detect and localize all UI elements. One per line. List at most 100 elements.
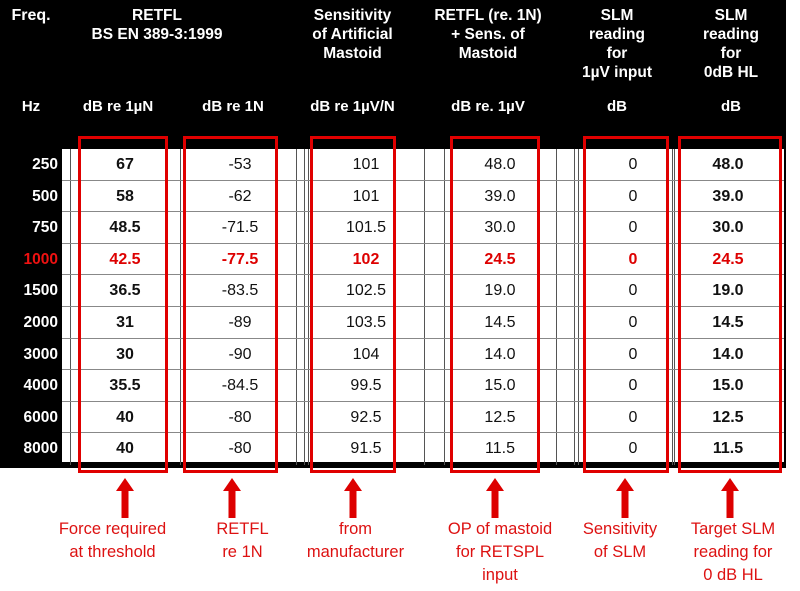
cell-sens: 102.5	[345, 282, 387, 300]
cell-slm_0db: 15.0	[712, 377, 744, 395]
column-unit-retfl_sens: dB re. 1µV	[451, 98, 525, 115]
cell-slm_0db: 19.0	[712, 282, 744, 300]
cell-retfl_sens: 12.5	[484, 408, 516, 426]
cell-divider	[556, 338, 557, 370]
row-frequency-label: 500	[32, 187, 58, 205]
cell-retfl_n: -80	[228, 408, 252, 426]
cell-sens: 101	[352, 156, 380, 173]
column-header-line: 0dB HL	[703, 64, 759, 81]
cell-divider	[180, 433, 181, 465]
cell-slm_0db: 11.5	[712, 440, 744, 458]
column-unit-retfl_n: dB re 1N	[202, 98, 264, 115]
cell-divider	[574, 306, 575, 338]
cell-sens: 101	[352, 187, 380, 205]
cell-slm_0db: 14.0	[712, 345, 744, 363]
cell-slm_0db: 12.5	[712, 408, 744, 426]
cell-retfl_n: -77.5	[221, 250, 259, 268]
annotation-sensitivity-slm: Sensitivity of SLM	[565, 518, 675, 564]
table-row: 30 -90 104 14.0 0 14.0 3000	[24, 338, 784, 371]
table-header-row: Freq. RETFL BS EN 389-3:1999 Sensitivity of …	[0, 0, 786, 92]
table-row: 67 -53 101 48.0 0 48.0 250	[32, 149, 784, 181]
cell-divider	[304, 243, 305, 275]
cell-slm_1uv: 0	[628, 219, 638, 237]
cell-divider	[556, 149, 557, 180]
column-header-line: reading	[589, 26, 645, 43]
column-header-slm_0db: SLM reading for 0dB HL	[676, 6, 786, 82]
cell-retfl_n: -90	[228, 345, 252, 363]
cell-divider	[556, 180, 557, 212]
cell-sens: 104	[352, 345, 380, 363]
cell-slm_0db: 24.5	[712, 250, 744, 268]
cell-divider	[556, 275, 557, 306]
cell-retfl_n: -53	[228, 156, 252, 173]
cell-retfl_un: 36.5	[109, 282, 141, 300]
column-header-line: Sensitivity	[313, 7, 392, 24]
annotation-op-of-mastoid: OP of mastoid for RETSPL input	[425, 518, 575, 587]
annotation-line: re 1N	[222, 543, 263, 561]
cell-sens: 102	[352, 250, 380, 268]
cell-retfl_un: 31	[116, 313, 134, 331]
cell-divider	[574, 180, 575, 212]
up-arrow-icon	[615, 478, 635, 518]
cell-divider	[296, 243, 297, 275]
table-row: 31 -89 103.5 14.5 0 14.5 2000	[24, 306, 784, 339]
row-frequency-label: 1500	[23, 282, 58, 300]
up-arrow-icon	[720, 478, 740, 518]
cell-retfl_sens: 30.0	[484, 219, 516, 237]
cell-slm_1uv: 0	[628, 187, 638, 205]
annotation-line: Sensitivity	[582, 520, 658, 538]
cell-sens: 92.5	[350, 408, 382, 426]
cell-retfl_sens: 14.0	[484, 345, 516, 363]
annotation-line: Force required	[58, 520, 167, 538]
cell-divider	[180, 275, 181, 306]
cell-retfl_sens: 48.0	[484, 156, 516, 173]
column-header-line: RETFL	[132, 7, 182, 24]
cell-slm_1uv: 0	[628, 282, 638, 300]
cell-divider	[296, 149, 297, 180]
up-arrow-icon	[343, 478, 363, 518]
cell-divider	[180, 370, 181, 401]
annotation-line: manufacturer	[306, 543, 405, 561]
cell-sens: 91.5	[350, 440, 382, 458]
table-unit-row: Hz dB re 1µN dB re 1N dB re 1µV/N dB re. 1µV…	[0, 98, 786, 128]
cell-retfl_n: -89	[228, 313, 252, 331]
cell-slm_1uv: 0	[628, 408, 638, 426]
cell-divider	[556, 401, 557, 433]
up-arrow-icon	[115, 478, 135, 518]
data-table: 67 -53 101 48.0 0 48.0 250 58 -62 101 39.0 0 39.0 500…	[24, 147, 786, 465]
column-header-line: BS EN 389-3:1999	[91, 26, 223, 43]
row-frequency-label: 8000	[23, 440, 58, 458]
cell-retfl_sens: 39.0	[484, 187, 516, 205]
cell-divider	[424, 243, 425, 275]
column-header-retfl_un: RETFL BS EN 389-3:1999	[62, 6, 252, 44]
cell-divider	[556, 243, 557, 275]
column-header-line: for	[720, 45, 742, 62]
cell-divider	[304, 433, 305, 465]
cell-divider	[574, 149, 575, 180]
table-row: 48.5 -71.5 101.5 30.0 0 30.0 750	[32, 212, 784, 244]
column-header-line: + Sens. of	[451, 26, 525, 43]
cell-divider	[296, 370, 297, 401]
column-header-line: Mastoid	[323, 45, 382, 62]
cell-divider	[304, 338, 305, 370]
cell-divider	[424, 433, 425, 465]
cell-divider	[180, 401, 181, 433]
cell-slm_0db: 30.0	[712, 219, 744, 237]
cell-divider	[180, 243, 181, 275]
cell-divider	[556, 370, 557, 401]
cell-divider	[180, 306, 181, 338]
column-unit-slm_0db: dB	[721, 98, 741, 115]
column-header-line: of Artificial	[312, 26, 393, 43]
up-arrow-icon	[222, 478, 242, 518]
cell-divider	[304, 370, 305, 401]
row-frequency-label: 1000	[23, 250, 58, 268]
cell-divider	[574, 212, 575, 243]
cell-divider	[424, 306, 425, 338]
annotation-force-required: Force required at threshold	[20, 518, 205, 564]
row-frequency-label: 3000	[23, 345, 58, 363]
cell-slm_0db: 48.0	[712, 156, 744, 173]
cell-divider	[424, 212, 425, 243]
column-header-line: for	[606, 45, 628, 62]
column-header-line: SLM	[714, 7, 748, 24]
annotation-line: reading for	[693, 543, 773, 561]
